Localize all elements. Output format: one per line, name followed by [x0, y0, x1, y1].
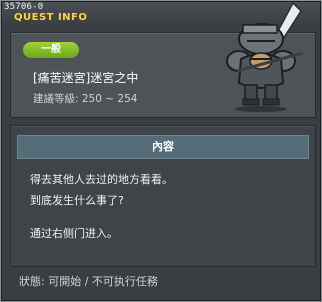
- quest-info-window: 35706-0 QUEST INFO 一般 [痛苦迷宮]迷宮之中 建議等級: 2…: [0, 0, 322, 302]
- content-header: 內容: [17, 135, 309, 159]
- quest-content-panel: 內容 得去其他人去过的地方看看。 到底发生什么事了? 通过右侧门进入。: [10, 125, 316, 267]
- description-line: 得去其他人去过的地方看看。: [30, 173, 173, 186]
- quest-id: 35706-0: [4, 2, 44, 12]
- quest-status: 狀態: 可開始 / 不可执行任務: [19, 275, 158, 288]
- armored-knight-portrait-icon: [226, 1, 304, 112]
- level-requirement: 建議等級: 250 ~ 254: [33, 93, 138, 105]
- description-line: 通过右侧门进入。: [30, 227, 118, 240]
- description-line: 到底发生什么事了?: [30, 194, 124, 207]
- quest-name: [痛苦迷宮]迷宮之中: [33, 71, 139, 85]
- window-title: QUEST INFO: [14, 12, 88, 23]
- category-badge: 一般: [23, 42, 79, 58]
